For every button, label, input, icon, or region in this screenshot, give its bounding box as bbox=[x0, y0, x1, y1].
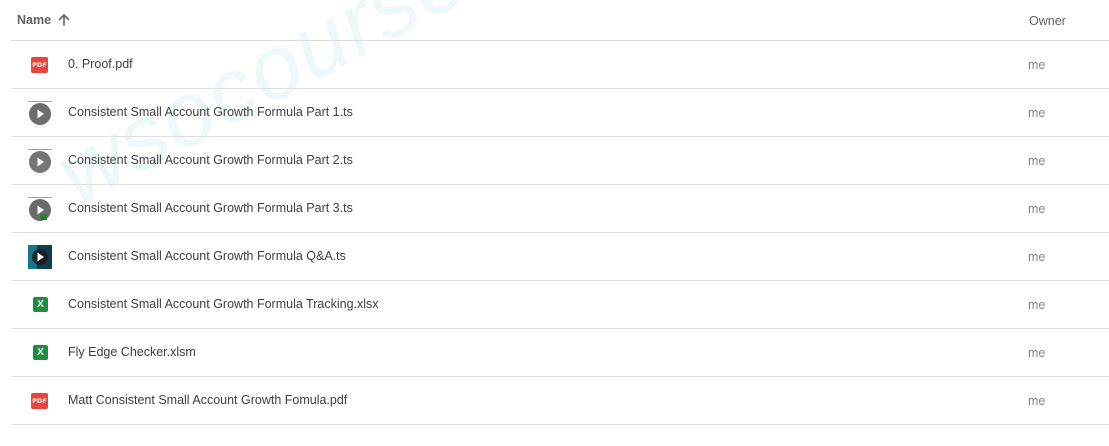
file-row[interactable]: Consistent Small Account Growth Formula … bbox=[11, 185, 1109, 233]
file-name: Consistent Small Account Growth Formula … bbox=[68, 297, 379, 311]
file-owner: me bbox=[1028, 346, 1046, 360]
pdf-icon: PDF bbox=[28, 389, 52, 413]
name-column-label: Name bbox=[17, 13, 52, 27]
pdf-icon: PDF bbox=[28, 53, 52, 77]
file-row[interactable]: Consistent Small Account Growth Formula … bbox=[11, 137, 1109, 185]
file-name: Consistent Small Account Growth Formula … bbox=[68, 201, 353, 215]
excel-icon: X bbox=[28, 341, 52, 365]
video-icon bbox=[28, 149, 52, 173]
name-column-header[interactable]: Name bbox=[17, 13, 71, 27]
file-list: Name Owner PDF 0. Proof.pdf me Consisten… bbox=[11, 0, 1109, 425]
file-owner: me bbox=[1028, 106, 1046, 120]
file-owner: me bbox=[1028, 250, 1046, 264]
file-owner: me bbox=[1028, 394, 1046, 408]
file-owner: me bbox=[1028, 58, 1046, 72]
file-name: Matt Consistent Small Account Growth Fom… bbox=[68, 393, 348, 407]
pdf-badge: PDF bbox=[31, 57, 48, 73]
file-name: Consistent Small Account Growth Formula … bbox=[68, 153, 353, 167]
excel-badge: X bbox=[33, 297, 48, 312]
excel-badge: X bbox=[33, 345, 48, 360]
file-row[interactable]: PDF 0. Proof.pdf me bbox=[11, 41, 1109, 89]
video-icon bbox=[28, 197, 52, 221]
pdf-badge: PDF bbox=[31, 393, 48, 409]
file-owner: me bbox=[1028, 298, 1046, 312]
file-row[interactable]: PDF Matt Consistent Small Account Growth… bbox=[11, 377, 1109, 425]
list-header: Name Owner bbox=[11, 0, 1109, 41]
video-icon bbox=[28, 101, 52, 125]
file-name: Fly Edge Checker.xlsm bbox=[68, 345, 196, 359]
arrow-up-icon[interactable] bbox=[57, 13, 71, 27]
file-name: 0. Proof.pdf bbox=[68, 57, 133, 71]
file-row[interactable]: X Fly Edge Checker.xlsm me bbox=[11, 329, 1109, 377]
owner-column-header[interactable]: Owner bbox=[1029, 14, 1066, 28]
excel-icon: X bbox=[28, 293, 52, 317]
file-owner: me bbox=[1028, 154, 1046, 168]
file-owner: me bbox=[1028, 202, 1046, 216]
file-row[interactable]: X Consistent Small Account Growth Formul… bbox=[11, 281, 1109, 329]
file-row[interactable]: Consistent Small Account Growth Formula … bbox=[11, 89, 1109, 137]
file-name: Consistent Small Account Growth Formula … bbox=[68, 105, 353, 119]
file-row[interactable]: Consistent Small Account Growth Formula … bbox=[11, 233, 1109, 281]
video-thumbnail-icon bbox=[28, 245, 52, 269]
file-name: Consistent Small Account Growth Formula … bbox=[68, 249, 346, 263]
